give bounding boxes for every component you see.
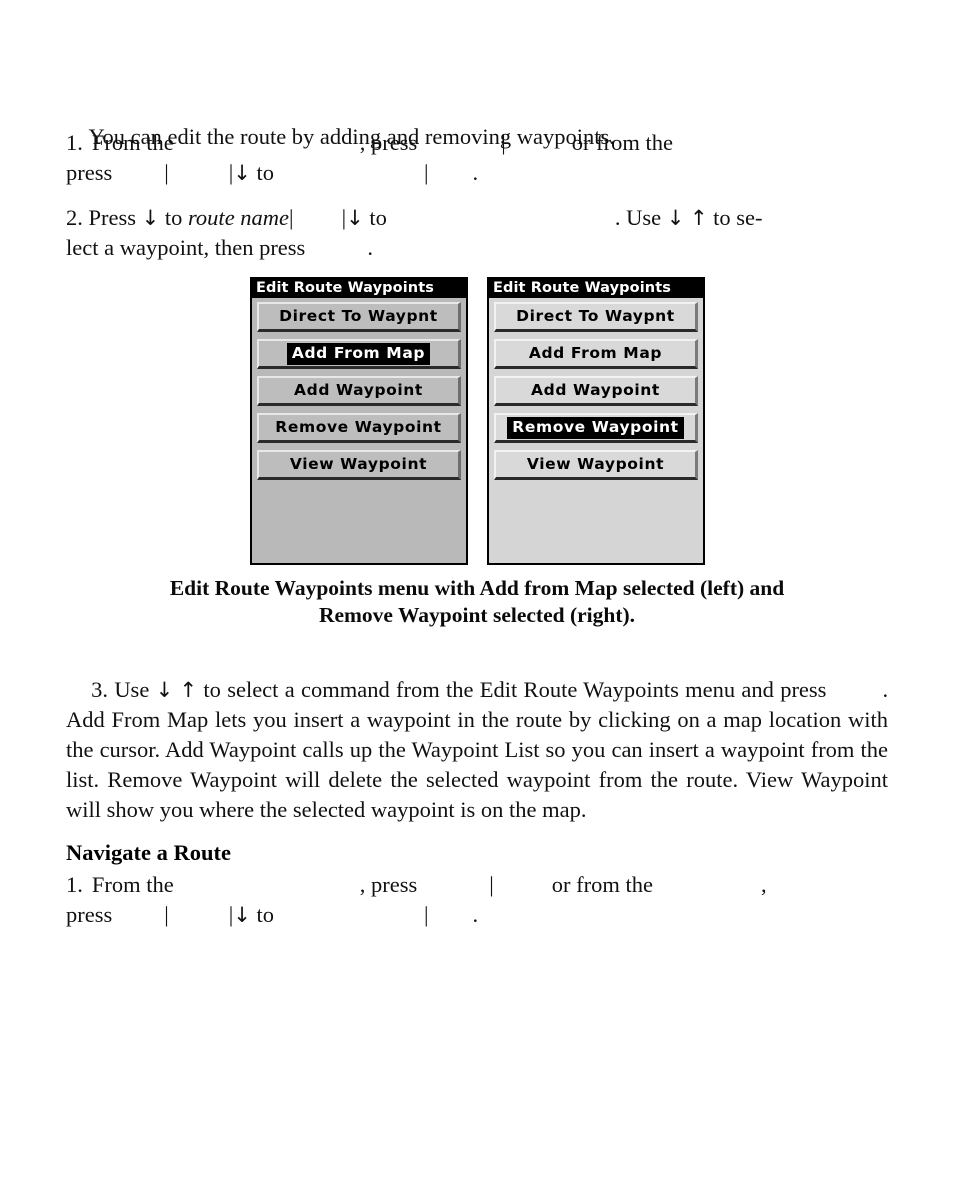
step-2-period: . <box>614 205 621 230</box>
navigate-step-1-pipe-1: | <box>164 902 169 927</box>
step-3-number: 3. <box>91 677 109 702</box>
step-1-paragraph: 1. From the, press | or from the press | |↓ t… <box>66 128 888 188</box>
navigate-heading-text: Navigate a Route <box>66 840 231 865</box>
step-2-to-1: to <box>164 205 183 230</box>
step-1-press: press <box>66 160 113 185</box>
menu-item-add-from-map-right[interactable]: Add From Map <box>494 339 698 369</box>
step-1-pipe-1: | <box>164 160 169 185</box>
menu-body-left: Direct To Waypnt Add From Map Add Waypoi… <box>252 298 466 480</box>
menu-item-remove-waypoint-right[interactable]: Remove Waypoint <box>494 413 698 443</box>
step-2-press: Press <box>88 205 137 230</box>
menu-title-bar-right: Edit Route Waypoints <box>489 279 703 298</box>
step-2-tail: to se- <box>713 205 763 230</box>
step-1-period: . <box>472 160 479 185</box>
step-3-text-b: to select a command from the Edit Route … <box>203 677 827 702</box>
edit-route-waypoints-menu-left: Edit Route Waypoints Direct To Waypnt Ad… <box>250 277 468 565</box>
navigate-a-route-heading: Navigate a Route <box>66 838 888 868</box>
menu-item-label: View Waypoint <box>526 455 665 473</box>
menu-item-label: Add Waypoint <box>531 381 660 399</box>
down-arrow-icon: ↓ <box>666 206 685 230</box>
route-name-italic: route name <box>188 205 290 230</box>
navigate-step-1-paragraph: 1. From the, press | or from the, press | |↓ … <box>66 870 888 930</box>
step-2-pipe-1: | <box>289 205 294 230</box>
step-2-line-1: 2. Press ↓ to route name| |↓ to. Use ↓ ↑ … <box>66 203 888 233</box>
menu-item-direct-to-waypnt-right[interactable]: Direct To Waypnt <box>494 302 698 332</box>
edit-route-waypoints-menu-right: Edit Route Waypoints Direct To Waypnt Ad… <box>487 277 705 565</box>
menu-item-view-waypoint-right[interactable]: View Waypoint <box>494 450 698 480</box>
up-arrow-icon: ↑ <box>179 678 198 702</box>
menu-item-add-waypoint-left[interactable]: Add Waypoint <box>257 376 461 406</box>
down-arrow-icon: ↓ <box>233 161 251 185</box>
navigate-step-1-line-2: press | |↓ to |. <box>66 900 888 930</box>
navigate-step-1-number: 1. <box>66 872 83 897</box>
menu-item-label: Add From Map <box>528 344 663 362</box>
menu-item-remove-waypoint-left[interactable]: Remove Waypoint <box>257 413 461 443</box>
step-1-line-2: press | |↓ to |. <box>66 158 888 188</box>
menu-item-label: Direct To Waypnt <box>516 307 675 325</box>
step-1-text-b: , press <box>359 130 418 155</box>
menu-item-label: View Waypoint <box>289 455 428 473</box>
down-arrow-icon: ↓ <box>346 206 364 230</box>
navigate-step-1-text-c: or from the <box>551 872 653 897</box>
step-1-pipe-3: | <box>424 160 429 185</box>
navigate-step-1-text-a: From the <box>91 872 174 897</box>
navigate-step-1-text-b: , press <box>359 872 418 897</box>
caption-line-2: Remove Waypoint selected (right). <box>318 603 636 627</box>
step-2-paragraph: 2. Press ↓ to route name| |↓ to. Use ↓ ↑ … <box>66 203 888 263</box>
step-3-use: Use <box>114 677 150 702</box>
menu-item-label: Remove Waypoint <box>507 416 684 439</box>
up-arrow-icon: ↑ <box>689 206 708 230</box>
step-1-to: to <box>256 160 275 185</box>
step-3-paragraph: 3. Use ↓ ↑ to select a command from the … <box>66 645 888 855</box>
menu-item-label: Add Waypoint <box>294 381 423 399</box>
step-2-line-2: lect a waypoint, then press. <box>66 233 888 263</box>
step-2-to-2: to <box>369 205 387 230</box>
step-2-line-2-period: . <box>367 235 373 260</box>
step-2-number: 2. <box>66 205 83 230</box>
figure-caption: Edit Route Waypoints menu with Add from … <box>66 575 888 629</box>
menu-body-right: Direct To Waypnt Add From Map Add Waypoi… <box>489 298 703 480</box>
navigate-step-1-period: . <box>472 902 479 927</box>
navigate-step-1-to: to <box>256 902 275 927</box>
step-1-pipe: | <box>501 130 506 155</box>
step-1-number: 1. <box>66 130 83 155</box>
menu-title-bar-left: Edit Route Waypoints <box>252 279 466 298</box>
step-2-line-2-text: lect a waypoint, then press <box>66 235 306 260</box>
step-1-text-c: or from the <box>571 130 673 155</box>
menu-item-label: Add From Map <box>286 342 431 365</box>
menu-item-label: Remove Waypoint <box>275 418 442 436</box>
menu-item-direct-to-waypnt-left[interactable]: Direct To Waypnt <box>257 302 461 332</box>
menu-item-add-waypoint-right[interactable]: Add Waypoint <box>494 376 698 406</box>
navigate-step-1-pipe-3: | <box>424 902 429 927</box>
step-1-text-a: From the <box>91 130 174 155</box>
step-2-use: Use <box>626 205 662 230</box>
document-page: You can edit the route by adding and rem… <box>0 0 954 1199</box>
menu-item-add-from-map-left[interactable]: Add From Map <box>257 339 461 369</box>
navigate-step-1-line-1: 1. From the , press | or from the, <box>66 870 888 900</box>
down-arrow-icon: ↓ <box>155 678 174 702</box>
figure-group: Edit Route Waypoints Direct To Waypnt Ad… <box>0 277 954 565</box>
step-1-line-1: 1. From the , press | or from the <box>66 128 888 158</box>
caption-line-1: Edit Route Waypoints menu with Add from … <box>169 576 785 600</box>
menu-item-label: Direct To Waypnt <box>279 307 438 325</box>
navigate-step-1-comma: , <box>760 872 767 897</box>
down-arrow-icon: ↓ <box>233 903 251 927</box>
menu-item-view-waypoint-left[interactable]: View Waypoint <box>257 450 461 480</box>
down-arrow-icon: ↓ <box>141 206 160 230</box>
navigate-step-1-pipe: | <box>489 872 494 897</box>
navigate-step-1-press: press <box>66 902 113 927</box>
